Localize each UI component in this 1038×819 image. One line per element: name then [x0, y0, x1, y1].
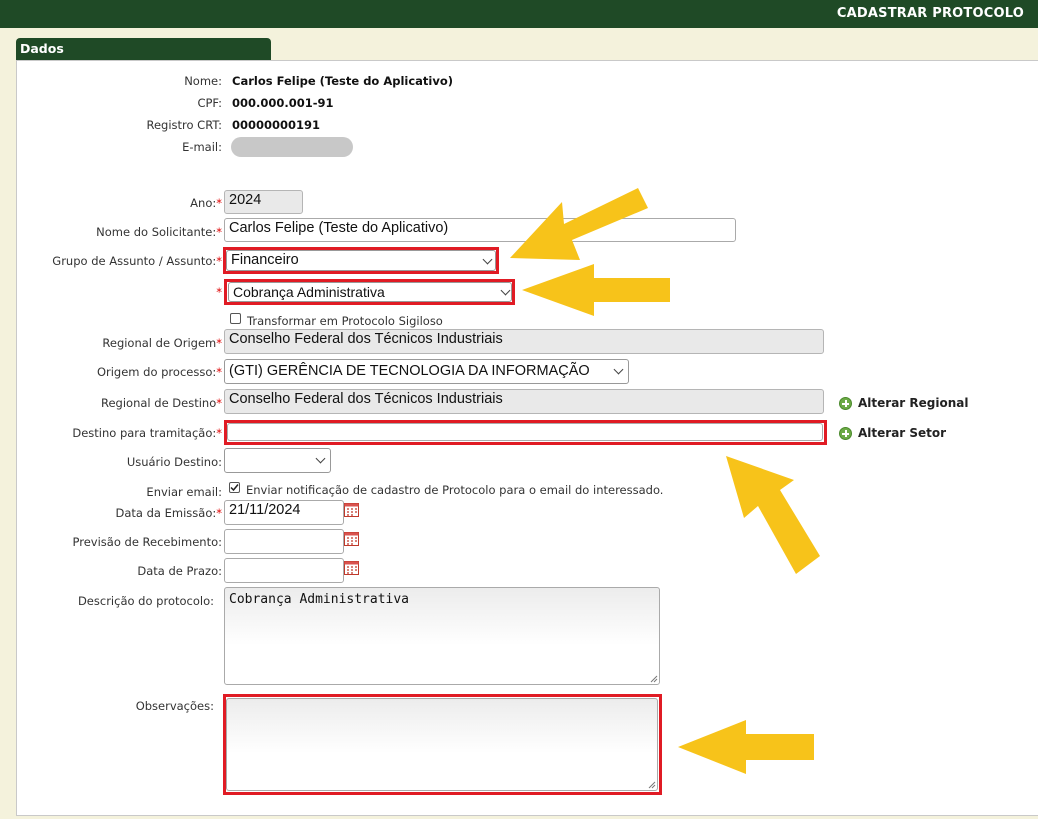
ano-input[interactable]: 2024 [224, 190, 303, 214]
calendar-icon[interactable] [344, 561, 359, 575]
crt-value: 00000000191 [232, 118, 321, 132]
prazo-label: Data de Prazo: [137, 564, 222, 578]
email-redacted [231, 137, 353, 157]
check-icon [230, 484, 239, 492]
usuario-destino-label: Usuário Destino: [126, 455, 222, 469]
enviar-email-text: Enviar notificação de cadastro de Protoc… [246, 483, 664, 497]
destino-label: Destino para tramitação:* [72, 426, 222, 440]
regional-origem-input[interactable]: Conselho Federal dos Técnicos Industriai… [224, 329, 824, 354]
descricao-label: Descrição do protocolo: [77, 594, 214, 608]
highlight-grupo [223, 247, 499, 274]
add-circle-icon[interactable] [839, 427, 852, 440]
data-emissao-input[interactable]: 21/11/2024 [224, 500, 344, 525]
enviar-email-checkbox[interactable] [229, 482, 240, 493]
regional-destino-label: Regional de Destino* [101, 396, 222, 410]
data-emissao-label: Data da Emissão:* [115, 506, 222, 520]
resize-grip-icon[interactable] [650, 675, 658, 683]
highlight-assunto [224, 279, 515, 305]
cpf-label: CPF: [197, 96, 222, 110]
arrow-annotation-icon [522, 264, 670, 316]
sigiloso-label: Transformar em Protocolo Sigiloso [247, 314, 443, 328]
crt-label: Registro CRT: [146, 118, 222, 132]
solicitante-label: Nome do Solicitante:* [96, 225, 222, 239]
previsao-label: Previsão de Recebimento: [72, 535, 222, 549]
ano-label: Ano:* [190, 196, 222, 210]
arrow-annotation-icon [726, 456, 820, 574]
name-label: Nome: [184, 74, 222, 88]
highlight-destino [224, 420, 827, 445]
enviar-email-label: Enviar email: [146, 485, 222, 499]
alterar-regional-link[interactable]: Alterar Regional [858, 396, 968, 410]
highlight-observacoes [223, 694, 662, 795]
regional-origem-label: Regional de Origem* [102, 336, 222, 350]
sigiloso-checkbox[interactable] [230, 313, 241, 324]
calendar-icon[interactable] [344, 503, 359, 517]
arrow-annotation-icon [678, 720, 814, 774]
arrow-annotation-icon [510, 188, 648, 260]
calendar-icon[interactable] [344, 532, 359, 546]
add-circle-icon[interactable] [839, 397, 852, 410]
previsao-input[interactable] [224, 529, 344, 554]
cpf-value: 000.000.001-91 [232, 96, 334, 110]
assunto-required-mark: * [216, 285, 222, 299]
observacoes-label: Observações: [135, 699, 214, 713]
name-value: Carlos Felipe (Teste do Aplicativo) [232, 74, 454, 88]
top-header-bar: CADASTRAR PROTOCOLO [0, 0, 1038, 28]
origem-processo-select[interactable]: (GTI) GERÊNCIA DE TECNOLOGIA DA INFORMAÇ… [224, 359, 629, 384]
regional-destino-input[interactable]: Conselho Federal dos Técnicos Industriai… [224, 389, 824, 414]
page-title: CADASTRAR PROTOCOLO [836, 6, 1024, 21]
origem-processo-label: Origem do processo:* [96, 365, 222, 379]
email-label: E-mail: [182, 140, 222, 154]
grupo-label: Grupo de Assunto / Assunto:* [52, 254, 222, 268]
alterar-setor-link[interactable]: Alterar Setor [858, 426, 946, 440]
usuario-destino-select[interactable] [224, 448, 331, 473]
prazo-input[interactable] [224, 558, 344, 583]
descricao-textarea[interactable]: Cobrança Administrativa [224, 587, 660, 685]
tab-label: Dados [20, 41, 64, 56]
tab-dados[interactable]: Dados [16, 38, 271, 60]
